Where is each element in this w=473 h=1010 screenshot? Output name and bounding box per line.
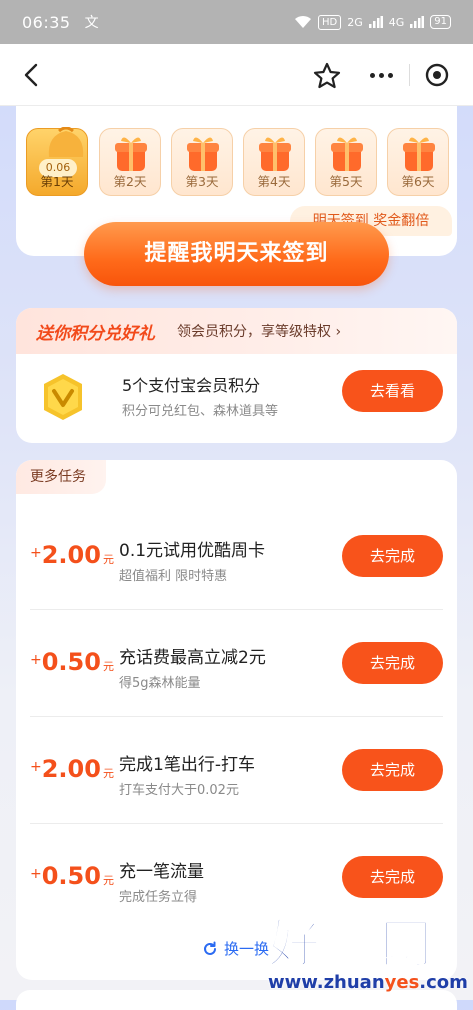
task-complete-button[interactable]: 去完成 [342,535,443,577]
gift-bag-icon [48,127,84,157]
refresh-icon [204,941,216,955]
watermark-title: 好赚网 [267,914,437,976]
status-icons: HD 2G 4G 91 [294,14,451,30]
task-name: 充一笔流量 [119,862,204,882]
member-v-coin-icon [44,374,82,420]
watermark-url: www.zhuanyes.com [268,972,468,993]
target-close-icon[interactable] [409,56,464,94]
gift-box-icon [115,137,147,171]
task-desc: 得5g森林能量 [119,676,201,691]
signal-2g-icon: 2G [347,15,363,29]
task-reward: +2.00 元 [30,541,114,569]
signin-day-1[interactable]: 0.06 第1天 [26,127,88,196]
task-reward: +0.50 元 [30,648,114,676]
task-name: 完成1笔出行-打车 [119,755,255,775]
signin-day-label: 第2天 [113,174,147,189]
task-reward: +0.50 元 [30,862,114,890]
task-desc: 超值福利 限时特惠 [119,569,228,584]
nav-bar [0,44,473,106]
more-tasks-tag: 更多任务 [16,460,106,494]
wifi-icon [294,15,311,28]
capsule-menu [354,56,464,94]
signin-day-2[interactable]: 第2天 [99,128,161,196]
signin-day-label: 第1天 [40,174,74,189]
task-reward: +2.00 元 [30,755,114,783]
task-complete-button[interactable]: 去完成 [342,642,443,684]
site-watermark: 好赚网 www.zhuanyes.com [262,902,473,1000]
signin-day-label: 第3天 [185,174,219,189]
points-gift-card: 送你积分兑好礼 领会员积分，享等级特权 › 5个支付宝会员积分 积分可兑红包、森… [16,308,457,443]
remind-signin-button[interactable]: 提醒我明天来签到 [84,222,389,286]
points-gift-title: 送你积分兑好礼 [36,323,155,344]
signal-4g-icon: 4G [388,15,405,29]
view-points-button[interactable]: 去看看 [342,370,443,412]
gift-box-icon [403,137,435,171]
status-time: 06:35 [22,12,71,32]
gift-box-icon [331,137,363,171]
status-bar: 06:35 文 HD 2G 4G 91 [0,0,473,44]
gift-box-icon [187,137,219,171]
signin-day-3[interactable]: 第3天 [171,128,233,196]
signin-day-label: 第4天 [257,174,291,189]
hd-icon: HD [317,14,342,30]
signal-bars-icon [368,16,383,28]
back-chevron-icon[interactable] [18,61,46,89]
task-row: +2.00 元 0.1元试用优酷周卡 超值福利 限时特惠 去完成 [16,503,457,610]
star-outline-icon[interactable] [312,61,342,91]
signin-day-6[interactable]: 第6天 [387,128,449,196]
task-desc: 打车支付大于0.02元 [119,783,239,798]
battery-icon: 91 [430,15,451,29]
signin-day-4[interactable]: 第4天 [243,128,305,196]
signin-day-label: 第6天 [401,174,435,189]
gift-box-icon [259,137,291,171]
task-complete-button[interactable]: 去完成 [342,856,443,898]
task-name: 0.1元试用优酷周卡 [119,541,266,561]
refresh-tasks-button[interactable]: 换一换 [202,938,269,959]
points-gift-subtitle[interactable]: 领会员积分，享等级特权 › [177,321,341,341]
signin-day-5[interactable]: 第5天 [315,128,377,196]
notification-icon: 文 [84,15,99,31]
signal-bars-icon-2 [410,16,425,28]
points-gift-desc: 积分可兑红包、森林道具等 [122,404,279,419]
task-name: 充话费最高立减2元 [119,648,266,668]
task-complete-button[interactable]: 去完成 [342,749,443,791]
points-gift-row: 5个支付宝会员积分 积分可兑红包、森林道具等 去看看 [16,354,457,443]
task-row: +2.00 元 完成1笔出行-打车 打车支付大于0.02元 去完成 [16,717,457,824]
signin-day-label: 第5天 [329,174,363,189]
task-row: +0.50 元 充话费最高立减2元 得5g森林能量 去完成 [16,610,457,717]
more-dots-icon[interactable] [354,56,409,94]
task-desc: 完成任务立得 [119,890,198,905]
points-gift-header[interactable]: 送你积分兑好礼 领会员积分，享等级特权 › [16,308,457,354]
points-gift-name: 5个支付宝会员积分 [122,376,261,395]
